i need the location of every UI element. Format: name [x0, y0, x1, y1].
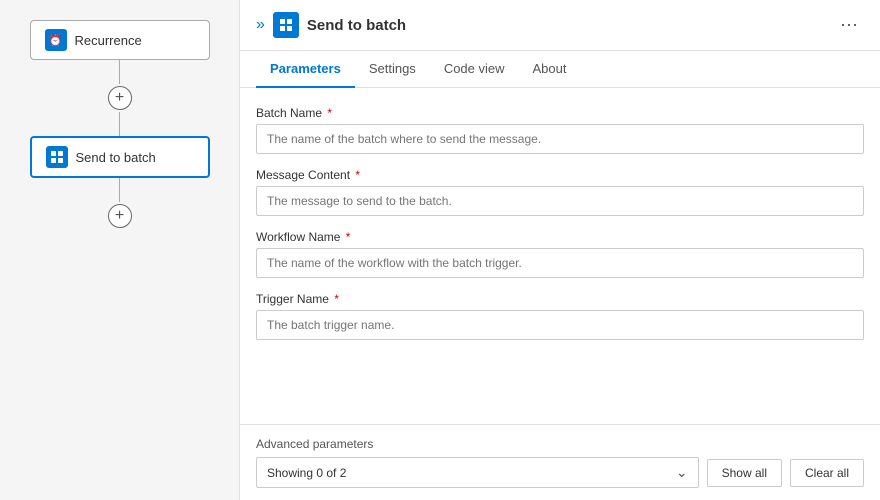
tab-code-view[interactable]: Code view: [430, 51, 519, 88]
workflow-name-input[interactable]: [256, 248, 864, 278]
panel-header-icon: [273, 12, 299, 38]
workflow-name-label: Workflow Name *: [256, 230, 864, 244]
message-content-input[interactable]: [256, 186, 864, 216]
send-to-batch-node[interactable]: Send to batch: [30, 136, 210, 178]
recurrence-icon: ⏰: [45, 29, 67, 51]
trigger-name-label: Trigger Name *: [256, 292, 864, 306]
workflow-name-group: Workflow Name *: [256, 230, 864, 278]
chevron-down-icon: ⌄: [676, 464, 688, 481]
show-all-button[interactable]: Show all: [707, 459, 782, 487]
panel-header: » Send to batch ⋯: [240, 0, 880, 51]
connector-3: [119, 178, 120, 202]
showing-select[interactable]: Showing 0 of 2 ⌄: [256, 457, 699, 488]
clear-all-button[interactable]: Clear all: [790, 459, 864, 487]
recurrence-node[interactable]: ⏰ Recurrence: [30, 20, 210, 60]
connector-2: [119, 112, 120, 136]
tab-about[interactable]: About: [519, 51, 581, 88]
panel-title: Send to batch: [307, 17, 826, 34]
form-content: Batch Name * Message Content * Workflow …: [240, 88, 880, 424]
batch-name-group: Batch Name *: [256, 106, 864, 154]
showing-text: Showing 0 of 2: [267, 466, 346, 480]
panel-footer: Advanced parameters Showing 0 of 2 ⌄ Sho…: [240, 424, 880, 500]
trigger-name-input[interactable]: [256, 310, 864, 340]
send-to-batch-label: Send to batch: [76, 150, 156, 165]
send-to-batch-icon: [46, 146, 68, 168]
tabs-bar: Parameters Settings Code view About: [240, 51, 880, 88]
message-content-group: Message Content *: [256, 168, 864, 216]
batch-name-input[interactable]: [256, 124, 864, 154]
trigger-name-group: Trigger Name *: [256, 292, 864, 340]
connector-1: [119, 60, 120, 84]
add-button-2[interactable]: +: [108, 204, 132, 228]
message-content-label: Message Content *: [256, 168, 864, 182]
tab-settings[interactable]: Settings: [355, 51, 430, 88]
batch-name-label: Batch Name *: [256, 106, 864, 120]
recurrence-label: Recurrence: [75, 33, 142, 48]
advanced-parameters-label: Advanced parameters: [256, 437, 864, 451]
more-options-icon[interactable]: ⋯: [834, 13, 864, 38]
collapse-icon[interactable]: »: [256, 16, 265, 34]
tab-parameters[interactable]: Parameters: [256, 51, 355, 88]
footer-row: Showing 0 of 2 ⌄ Show all Clear all: [256, 457, 864, 488]
right-panel: » Send to batch ⋯ Parameters Settings Co…: [240, 0, 880, 500]
left-panel: ⏰ Recurrence + Send to batch +: [0, 0, 240, 500]
add-button-1[interactable]: +: [108, 86, 132, 110]
